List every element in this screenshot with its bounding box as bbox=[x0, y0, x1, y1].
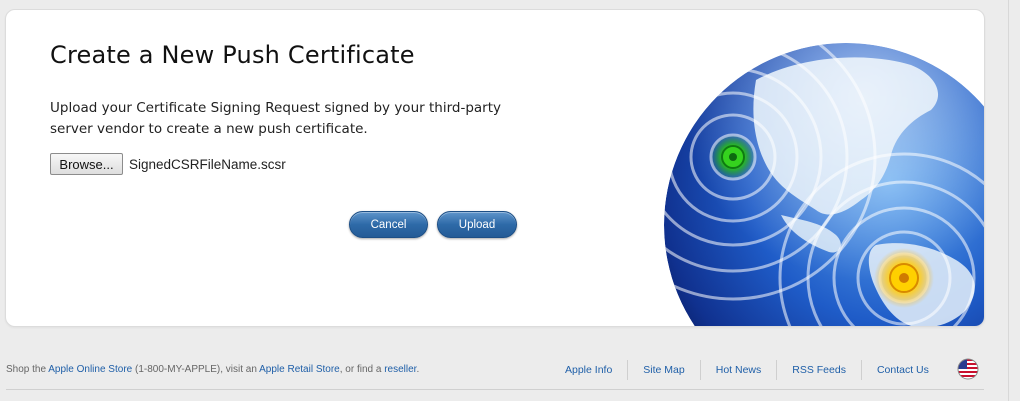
footer-link-contact-us[interactable]: Contact Us bbox=[862, 360, 944, 380]
certificate-panel: Create a New Push Certificate Upload you… bbox=[5, 9, 985, 327]
page-title: Create a New Push Certificate bbox=[50, 41, 415, 69]
footer-link-hot-news[interactable]: Hot News bbox=[701, 360, 778, 380]
globe-illustration bbox=[664, 43, 984, 326]
apple-retail-store-link[interactable]: Apple Retail Store bbox=[259, 364, 340, 375]
us-flag-icon[interactable] bbox=[957, 358, 979, 380]
upload-description: Upload your Certificate Signing Request … bbox=[50, 100, 501, 137]
apple-online-store-link[interactable]: Apple Online Store bbox=[48, 364, 132, 375]
footer-link-rss-feeds[interactable]: RSS Feeds bbox=[777, 360, 862, 380]
footer-nav: Apple Info Site Map Hot News RSS Feeds C… bbox=[550, 357, 944, 383]
footer-shop-text: Shop the Apple Online Store (1-800-MY-AP… bbox=[6, 364, 420, 375]
footer-link-apple-info[interactable]: Apple Info bbox=[550, 360, 629, 380]
file-picker: Browse... SignedCSRFileName.scsr bbox=[50, 153, 286, 175]
reseller-link[interactable]: reseller bbox=[384, 364, 416, 375]
upload-button[interactable]: Upload bbox=[437, 211, 517, 238]
footer-link-site-map[interactable]: Site Map bbox=[628, 360, 701, 380]
footer-divider bbox=[6, 389, 984, 390]
cancel-button[interactable]: Cancel bbox=[349, 211, 428, 238]
window-edge bbox=[1008, 0, 1009, 401]
browse-button[interactable]: Browse... bbox=[50, 153, 123, 175]
selected-file-name: SignedCSRFileName.scsr bbox=[129, 156, 286, 172]
